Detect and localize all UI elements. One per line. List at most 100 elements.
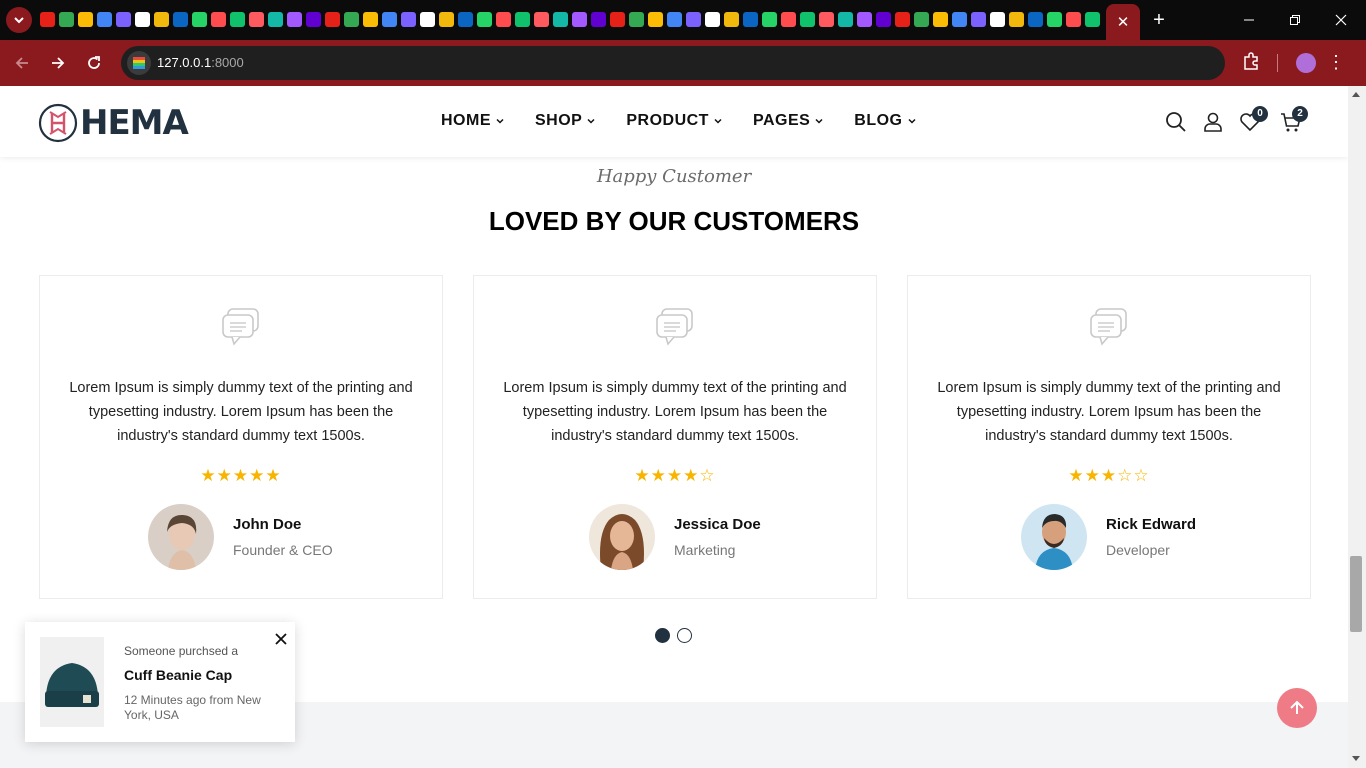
extensions-button[interactable]: [1241, 51, 1265, 75]
product-thumbnail[interactable]: [40, 637, 104, 727]
close-icon[interactable]: [274, 632, 288, 646]
pinned-tab-favicon[interactable]: [97, 12, 112, 27]
pinned-tab-favicon[interactable]: [515, 12, 530, 27]
tab-search-button[interactable]: [6, 7, 32, 33]
chevron-down-icon: [815, 118, 823, 124]
pinned-tab-favicon[interactable]: [990, 12, 1005, 27]
pinned-tab-favicon[interactable]: [895, 12, 910, 27]
nav-home[interactable]: HOME: [441, 112, 505, 130]
notification-product[interactable]: Cuff Beanie Cap: [124, 667, 232, 683]
pinned-tab-favicon[interactable]: [496, 12, 511, 27]
url-port: :8000: [211, 55, 244, 70]
pinned-tab-favicon[interactable]: [268, 12, 283, 27]
star-empty-icon: ☆: [1117, 466, 1134, 485]
pinned-tab-favicon[interactable]: [648, 12, 663, 27]
pinned-tab-favicon[interactable]: [610, 12, 625, 27]
carousel-dot-1[interactable]: [655, 628, 670, 643]
pinned-tab-favicon[interactable]: [401, 12, 416, 27]
pinned-tab-favicon[interactable]: [686, 12, 701, 27]
pinned-tab-favicon[interactable]: [59, 12, 74, 27]
pinned-tab-favicon[interactable]: [344, 12, 359, 27]
author-role: Marketing: [674, 542, 736, 558]
site-info-icon[interactable]: [127, 51, 151, 75]
search-icon[interactable]: [1164, 110, 1188, 134]
pinned-tab-favicon[interactable]: [933, 12, 948, 27]
wishlist-count-badge: 0: [1252, 106, 1268, 122]
scroll-up-arrow[interactable]: [1352, 92, 1360, 97]
pinned-tab-favicon[interactable]: [857, 12, 872, 27]
pinned-tab-favicon[interactable]: [1066, 12, 1081, 27]
avatar: [1021, 504, 1087, 570]
pinned-tab-favicon[interactable]: [287, 12, 302, 27]
pinned-tab-favicon[interactable]: [724, 12, 739, 27]
pinned-tab-favicon[interactable]: [838, 12, 853, 27]
pinned-tab-favicon[interactable]: [952, 12, 967, 27]
address-bar[interactable]: 127.0.0.1:8000: [121, 46, 1225, 80]
site-header: HEMA HOME SHOP PRODUCT PAGES BLOG 0 2: [0, 86, 1348, 157]
star-filled-icon: ★: [265, 466, 282, 485]
pinned-tab-favicon[interactable]: [1085, 12, 1100, 27]
pinned-tab-favicon[interactable]: [534, 12, 549, 27]
pinned-tab-favicon[interactable]: [781, 12, 796, 27]
pinned-tab-favicon[interactable]: [230, 12, 245, 27]
pinned-tab-favicon[interactable]: [591, 12, 606, 27]
scroll-down-arrow[interactable]: [1352, 756, 1360, 761]
pinned-tab-favicon[interactable]: [325, 12, 340, 27]
pinned-tab-favicon[interactable]: [363, 12, 378, 27]
browser-menu-icon[interactable]: ⋮: [1327, 52, 1345, 72]
forward-button[interactable]: [45, 50, 71, 76]
nav-pages[interactable]: PAGES: [753, 112, 824, 130]
user-icon[interactable]: [1201, 110, 1225, 134]
pinned-tab-favicon[interactable]: [819, 12, 834, 27]
pinned-tab-favicon[interactable]: [439, 12, 454, 27]
chevron-down-icon: [587, 118, 595, 124]
carousel-dot-2[interactable]: [677, 628, 692, 643]
nav-blog[interactable]: BLOG: [854, 112, 916, 130]
pinned-tab-favicon[interactable]: [971, 12, 986, 27]
pinned-tab-favicon[interactable]: [572, 12, 587, 27]
pinned-tab-favicon[interactable]: [1047, 12, 1062, 27]
notification-prefix: Someone purchsed a: [124, 644, 239, 658]
pinned-tab-favicon[interactable]: [477, 12, 492, 27]
pinned-tab-favicon[interactable]: [743, 12, 758, 27]
pinned-tab-favicon[interactable]: [914, 12, 929, 27]
pinned-tab-favicon[interactable]: [135, 12, 150, 27]
new-tab-button[interactable]: +: [1148, 9, 1170, 31]
pinned-tab-favicon[interactable]: [211, 12, 226, 27]
nav-label: PRODUCT: [626, 112, 709, 129]
pinned-tab-favicon[interactable]: [382, 12, 397, 27]
pinned-tab-favicon[interactable]: [705, 12, 720, 27]
pinned-tab-favicon[interactable]: [629, 12, 644, 27]
pinned-tab-favicon[interactable]: [192, 12, 207, 27]
scroll-to-top-button[interactable]: [1277, 688, 1317, 728]
pinned-tab-favicon[interactable]: [40, 12, 55, 27]
pinned-tab-favicon[interactable]: [420, 12, 435, 27]
back-button[interactable]: [9, 50, 35, 76]
pinned-tab-favicon[interactable]: [1028, 12, 1043, 27]
pinned-tab-favicon[interactable]: [249, 12, 264, 27]
pinned-tab-favicon[interactable]: [458, 12, 473, 27]
scroll-thumb[interactable]: [1350, 556, 1362, 632]
pinned-tab-favicon[interactable]: [116, 12, 131, 27]
page-scrollbar[interactable]: [1348, 86, 1366, 768]
minimize-button[interactable]: [1226, 0, 1272, 40]
pinned-tab-favicon[interactable]: [154, 12, 169, 27]
close-window-button[interactable]: [1318, 0, 1364, 40]
tab-close-icon[interactable]: ✕: [1117, 13, 1130, 31]
pinned-tab-favicon[interactable]: [800, 12, 815, 27]
reload-button[interactable]: [81, 50, 107, 76]
active-tab[interactable]: ✕: [1106, 4, 1140, 40]
pinned-tab-favicon[interactable]: [667, 12, 682, 27]
pinned-tab-favicon[interactable]: [553, 12, 568, 27]
pinned-tab-favicon[interactable]: [876, 12, 891, 27]
pinned-tab-favicon[interactable]: [306, 12, 321, 27]
restore-button[interactable]: [1272, 0, 1318, 40]
nav-shop[interactable]: SHOP: [535, 112, 596, 130]
pinned-tab-favicon[interactable]: [1009, 12, 1024, 27]
pinned-tab-favicon[interactable]: [173, 12, 188, 27]
pinned-tab-favicon[interactable]: [762, 12, 777, 27]
profile-avatar[interactable]: [1296, 53, 1316, 73]
site-logo[interactable]: HEMA: [38, 103, 189, 143]
pinned-tab-favicon[interactable]: [78, 12, 93, 27]
nav-product[interactable]: PRODUCT: [626, 112, 723, 130]
